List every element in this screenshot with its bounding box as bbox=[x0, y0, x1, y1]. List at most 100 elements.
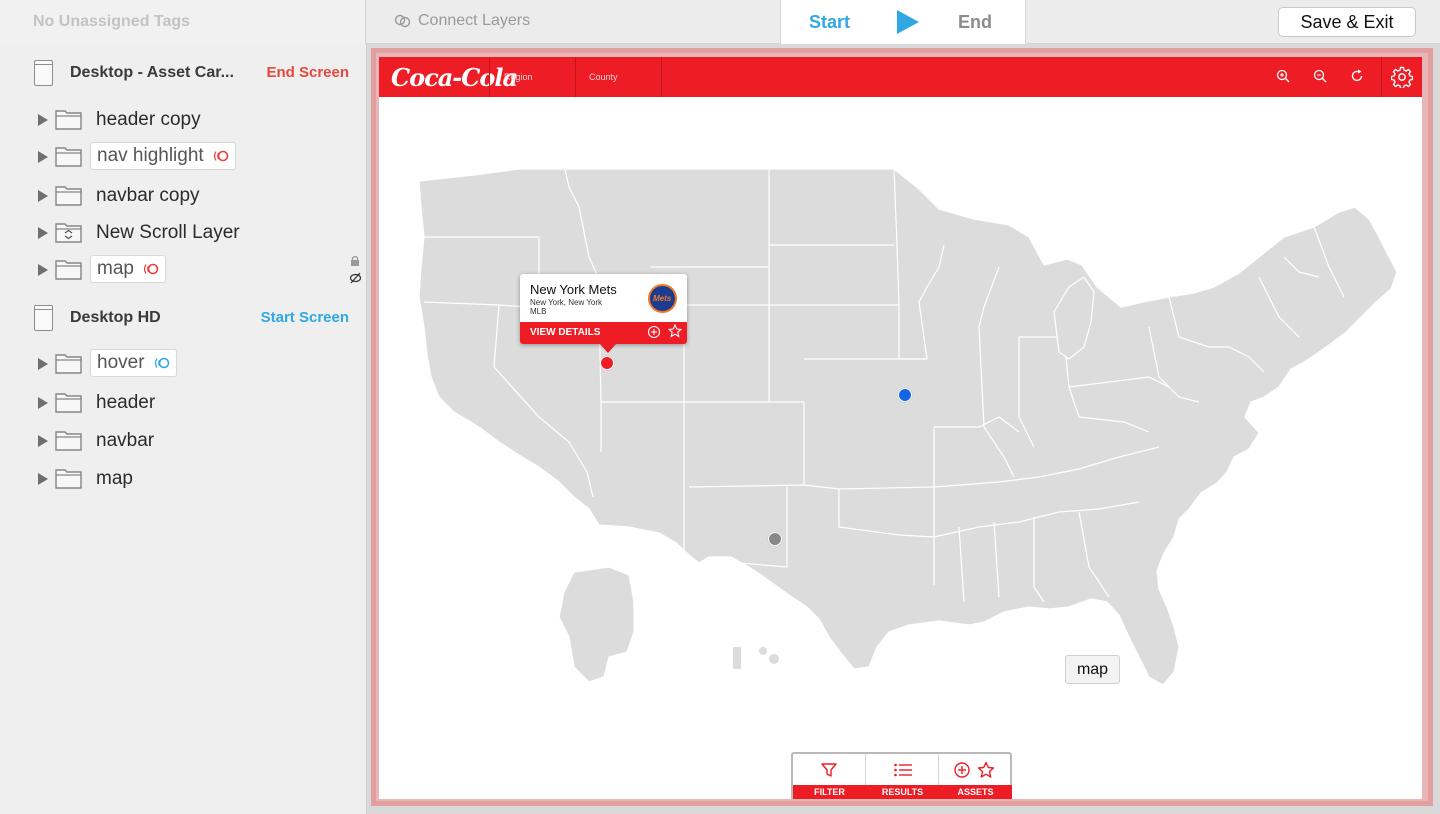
team-popup-card: New York Mets New York, New York MLB Met… bbox=[520, 274, 687, 353]
header-divider bbox=[661, 57, 662, 97]
folder-icon bbox=[55, 354, 82, 374]
popup-title: New York Mets bbox=[530, 282, 617, 297]
disclosure-arrow-icon[interactable] bbox=[38, 151, 48, 163]
zoom-in-icon[interactable] bbox=[1276, 69, 1290, 83]
hidden-eye-icon[interactable] bbox=[349, 272, 362, 284]
end-tab[interactable]: End bbox=[958, 12, 992, 33]
results-label: RESULTS bbox=[866, 785, 939, 799]
screen-row-asset-card[interactable]: Desktop - Asset Car... End Screen bbox=[0, 55, 366, 91]
layer-row[interactable]: hover bbox=[0, 348, 366, 380]
save-exit-button[interactable]: Save & Exit bbox=[1278, 7, 1416, 37]
layer-row[interactable]: New Scroll Layer bbox=[0, 217, 366, 249]
link-icon bbox=[394, 14, 411, 28]
team-logo-text: Mets bbox=[653, 294, 672, 303]
county-tab[interactable]: County bbox=[589, 72, 618, 82]
header-divider bbox=[489, 57, 490, 97]
layer-row[interactable]: header copy bbox=[0, 104, 366, 136]
layer-row[interactable]: header bbox=[0, 387, 366, 419]
folder-icon bbox=[55, 110, 82, 130]
hotspot-icon[interactable] bbox=[212, 150, 229, 162]
layers-sidebar: Desktop - Asset Car... End Screen header… bbox=[0, 44, 367, 814]
disclosure-arrow-icon[interactable] bbox=[38, 227, 48, 239]
layer-label: hover bbox=[97, 352, 145, 373]
layer-row[interactable]: map bbox=[0, 463, 366, 495]
connect-layers-label: Connect Layers bbox=[418, 12, 531, 29]
disclosure-arrow-icon[interactable] bbox=[38, 435, 48, 447]
results-button[interactable]: RESULTS bbox=[866, 754, 939, 799]
assets-button[interactable]: ASSETS bbox=[939, 754, 1012, 799]
filter-icon bbox=[821, 763, 837, 777]
add-icon[interactable] bbox=[647, 325, 661, 339]
alaska-shape bbox=[558, 566, 635, 683]
start-tab[interactable]: Start bbox=[809, 12, 850, 33]
folder-icon bbox=[55, 431, 82, 451]
filter-label: FILTER bbox=[793, 785, 866, 799]
layer-name-hotspot: nav highlight bbox=[90, 142, 236, 170]
layer-name: New Scroll Layer bbox=[96, 222, 240, 243]
screen-icon bbox=[34, 60, 53, 86]
zoom-out-icon[interactable] bbox=[1313, 69, 1327, 83]
unassigned-tags-panel: No Unassigned Tags bbox=[0, 0, 366, 44]
layer-name: map bbox=[96, 468, 133, 489]
disclosure-arrow-icon[interactable] bbox=[38, 114, 48, 126]
disclosure-arrow-icon[interactable] bbox=[38, 473, 48, 485]
map-marker-gray[interactable] bbox=[768, 532, 782, 546]
hawaii-shape bbox=[733, 647, 741, 669]
map-marker-blue[interactable] bbox=[898, 388, 912, 402]
bottom-toolbar: FILTER RESULTS ASSETS bbox=[791, 752, 1012, 799]
hotspot-icon[interactable] bbox=[142, 263, 159, 275]
header-divider bbox=[575, 57, 576, 97]
popup-location: New York, New York bbox=[530, 298, 603, 307]
disclosure-arrow-icon[interactable] bbox=[38, 264, 48, 276]
map-marker-red[interactable] bbox=[600, 356, 614, 370]
scroll-folder-icon bbox=[55, 223, 82, 243]
layer-name-hotspot: map bbox=[90, 255, 166, 283]
top-toolbar: No Unassigned Tags Connect Layers Start … bbox=[0, 0, 1440, 44]
layer-name-tooltip: map bbox=[1065, 655, 1120, 684]
connect-layers-button[interactable]: Connect Layers bbox=[394, 12, 530, 30]
disclosure-arrow-icon[interactable] bbox=[38, 397, 48, 409]
layer-name: header bbox=[96, 392, 156, 413]
layer-label: nav highlight bbox=[97, 145, 204, 166]
folder-icon bbox=[55, 186, 82, 206]
screen-icon bbox=[34, 305, 53, 331]
star-icon[interactable] bbox=[668, 324, 682, 338]
screen-name: Desktop HD bbox=[70, 309, 161, 326]
artboard: Coca-Cola Region County New York Mets Ne… bbox=[379, 57, 1422, 799]
popup-pointer bbox=[600, 344, 616, 353]
lock-icon[interactable] bbox=[350, 255, 360, 267]
assets-label: ASSETS bbox=[939, 785, 1012, 799]
refresh-icon[interactable] bbox=[1350, 69, 1364, 83]
layer-name: navbar copy bbox=[96, 185, 200, 206]
layer-row[interactable]: nav highlight bbox=[0, 141, 366, 173]
layer-row[interactable]: navbar bbox=[0, 425, 366, 457]
plus-star-icon bbox=[954, 761, 995, 778]
disclosure-arrow-icon[interactable] bbox=[38, 190, 48, 202]
settings-button[interactable] bbox=[1381, 57, 1422, 97]
play-icon[interactable] bbox=[897, 10, 919, 34]
list-icon bbox=[894, 763, 912, 777]
folder-icon bbox=[55, 147, 82, 167]
screen-name: Desktop - Asset Car... bbox=[70, 64, 234, 81]
gear-icon bbox=[1391, 66, 1413, 88]
layer-name: navbar bbox=[96, 430, 155, 451]
folder-icon bbox=[55, 469, 82, 489]
folder-icon bbox=[55, 260, 82, 280]
disclosure-arrow-icon[interactable] bbox=[38, 358, 48, 370]
folder-icon bbox=[55, 393, 82, 413]
popup-action-bar: VIEW DETAILS bbox=[520, 322, 687, 344]
region-tab[interactable]: Region bbox=[504, 72, 533, 82]
layer-row[interactable]: navbar copy bbox=[0, 180, 366, 212]
layer-name-hotspot: hover bbox=[90, 349, 177, 377]
layer-row[interactable]: map bbox=[0, 254, 366, 286]
mets-logo-icon: Mets bbox=[648, 284, 677, 313]
start-end-toggle: Start End bbox=[780, 0, 1026, 44]
screen-row-desktop-hd[interactable]: Desktop HD Start Screen bbox=[0, 300, 366, 336]
view-details-button[interactable]: VIEW DETAILS bbox=[530, 327, 600, 338]
filter-button[interactable]: FILTER bbox=[793, 754, 866, 799]
start-screen-tag: Start Screen bbox=[260, 309, 349, 326]
hotspot-icon[interactable] bbox=[153, 357, 170, 369]
coca-cola-logo[interactable]: Coca-Cola bbox=[391, 63, 518, 92]
layer-name: header copy bbox=[96, 109, 201, 130]
app-header: Coca-Cola Region County bbox=[379, 57, 1422, 97]
